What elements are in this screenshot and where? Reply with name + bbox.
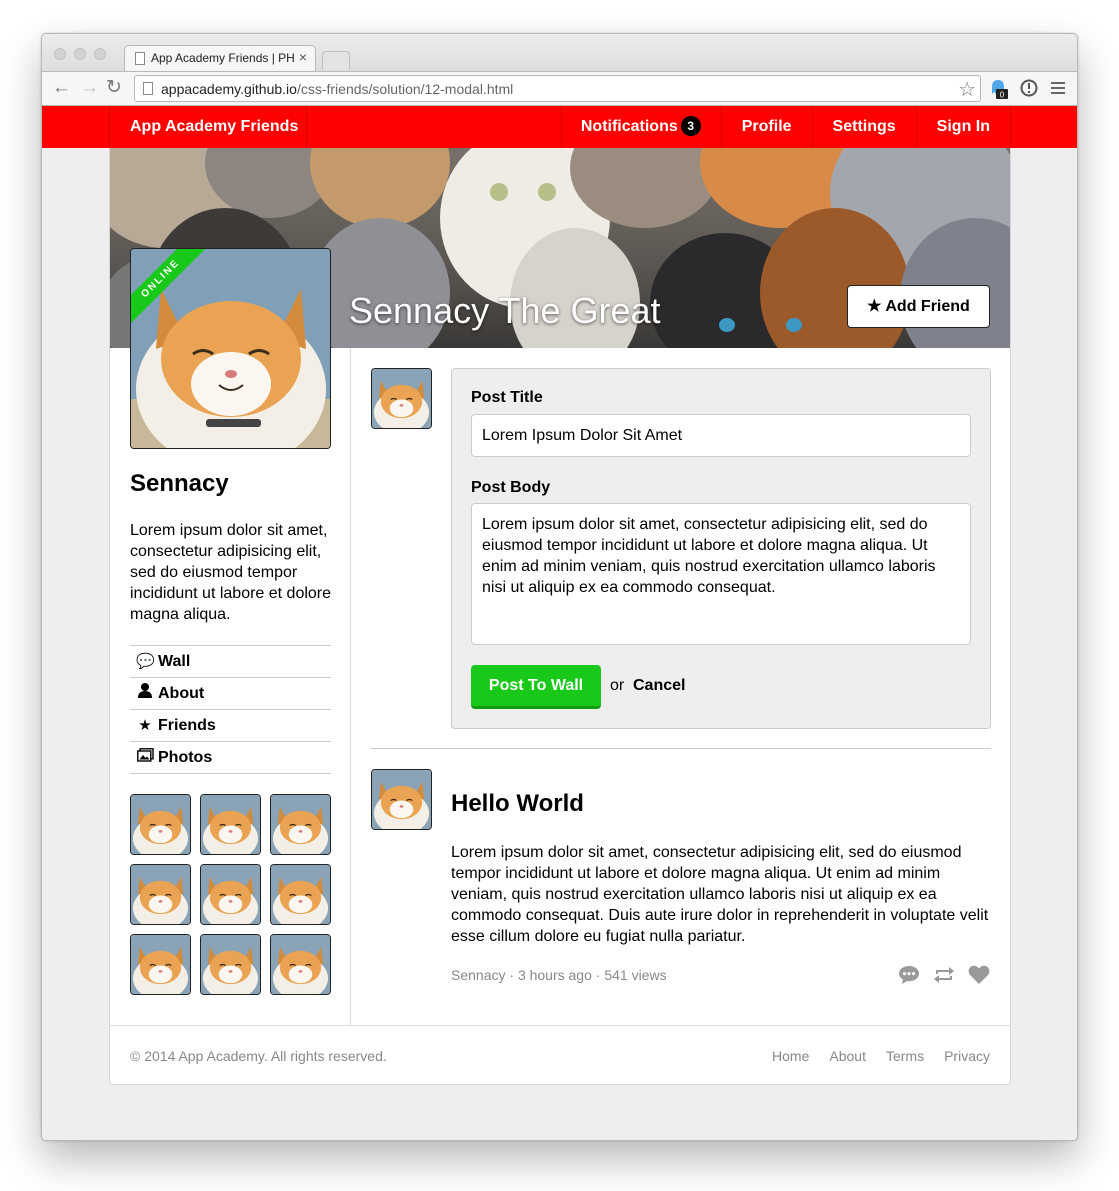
photo-thumbnail[interactable] [200,934,261,995]
profile-bio: Lorem ipsum dolor sit amet, consectetur … [130,522,332,623]
footer-link-home[interactable]: Home [772,1048,809,1064]
meta-separator: · [509,967,515,983]
photo-thumbnail[interactable] [130,934,191,995]
photo-thumbnail[interactable] [130,794,191,855]
page-icon [143,82,153,95]
browser-tab[interactable]: App Academy Friends | PH × [124,45,316,71]
address-bar[interactable]: appacademy.github.io/css-friends/solutio… [134,75,981,102]
post-to-wall-button[interactable]: Post To Wall [471,665,601,709]
page-icon [135,52,145,65]
post-body: Lorem ipsum dolor sit amet, consectetur … [451,844,989,945]
post-actions [896,965,991,991]
repost-icon[interactable] [931,965,956,991]
photo-thumbnail[interactable] [200,864,261,925]
footer-links: Home About Terms Privacy [772,1048,990,1064]
comment-icon[interactable] [896,965,921,991]
star-icon: ★ [867,298,882,315]
star-icon: ★ [138,717,152,734]
sidebar-item-label: Wall [158,653,191,670]
sidebar-item-wall[interactable]: 💬 Wall [130,646,331,678]
window-zoom-dot[interactable] [94,48,106,60]
post-title-label: Post Title [471,389,543,406]
new-tab-button[interactable] [322,51,350,69]
url-host: appacademy.github.io [161,81,297,97]
reload-icon[interactable]: ↻ [106,78,122,98]
photo-thumbnail[interactable] [270,864,331,925]
ghost-extension-icon[interactable]: 0 [988,77,1008,104]
nav-profile[interactable]: Profile [720,106,812,148]
cover-title: Sennacy The Great [349,290,661,331]
or-text: or [610,677,625,694]
bookmark-star-icon[interactable]: ☆ [958,77,976,102]
page-footer: © 2014 App Academy. All rights reserved.… [110,1025,1010,1083]
post-time: 3 hours ago [517,967,592,983]
top-nav: App Academy Friends Notifications 3 Profi… [42,106,1077,148]
footer-link-privacy[interactable]: Privacy [944,1048,990,1064]
add-friend-label: Add Friend [885,298,970,315]
user-icon [136,678,154,709]
photos-icon [136,742,154,773]
sidebar-item-about[interactable]: About [130,678,331,710]
url-text[interactable]: appacademy.github.io/css-friends/solutio… [161,81,513,97]
photo-thumbnail[interactable] [270,794,331,855]
divider [371,748,991,749]
browser-window: App Academy Friends | PH × ← → ↻ appacad… [41,33,1078,1141]
window-minimize-dot[interactable] [74,48,86,60]
menu-icon[interactable] [1051,81,1065,100]
brand-link[interactable]: App Academy Friends [110,106,307,148]
page-main: Sennacy The Great ★ Add Friend ONLINE Se… [109,148,1011,1085]
post-views: 541 views [604,967,667,983]
extension-badge: 0 [1000,91,1005,100]
info-extension-icon[interactable] [1020,79,1038,102]
add-friend-button[interactable]: ★ Add Friend [847,285,990,328]
nav-notifications[interactable]: Notifications 3 [560,106,721,148]
sidebar-nav: 💬 Wall About ★ Friends Photos [130,645,331,774]
profile-name: Sennacy [130,470,229,497]
sidebar: Sennacy Lorem ipsum dolor sit amet, cons… [110,348,351,1025]
browser-toolbar: ← → ↻ appacademy.github.io/css-friends/s… [42,71,1077,106]
footer-link-about[interactable]: About [829,1048,866,1064]
post-body-textarea[interactable]: Lorem ipsum dolor sit amet, consectetur … [471,503,971,645]
post-author-link[interactable]: Sennacy [451,967,505,983]
page-viewport: App Academy Friends Notifications 3 Profi… [42,106,1077,1140]
avatar [371,769,432,830]
copyright-text: © 2014 App Academy. All rights reserved. [130,1048,387,1064]
footer-link-terms[interactable]: Terms [886,1048,924,1064]
sidebar-item-label: Photos [158,749,213,766]
heart-icon[interactable] [966,965,991,991]
tab-close-icon[interactable]: × [299,49,307,65]
nav-settings[interactable]: Settings [811,106,916,148]
avatar [371,368,432,429]
window-close-dot[interactable] [54,48,66,60]
post-body-label: Post Body [471,479,551,496]
sidebar-item-label: About [158,685,205,702]
photo-thumbnail[interactable] [130,864,191,925]
cancel-link[interactable]: Cancel [633,677,685,695]
sidebar-item-label: Friends [158,717,216,734]
photo-thumbnail[interactable] [200,794,261,855]
photo-thumbnail[interactable] [270,934,331,995]
sidebar-item-photos[interactable]: Photos [130,742,331,774]
sidebar-item-friends[interactable]: ★ Friends [130,710,331,742]
back-arrow-icon[interactable]: ← [52,78,71,98]
notifications-badge: 3 [680,116,701,136]
new-post-form: Post Title Post Body Lorem ipsum dolor s… [451,368,991,729]
nav-notifications-label: Notifications [580,118,678,135]
nav-sign-in[interactable]: Sign In [915,106,1010,148]
post-title-input[interactable] [471,414,971,457]
comment-icon: 💬 [136,653,155,670]
post-title: Hello World [451,790,584,817]
tab-title: App Academy Friends | PH [151,51,295,65]
post-meta: Sennacy · 3 hours ago · 541 views [451,967,667,983]
meta-separator: · [595,967,601,983]
forward-arrow-icon[interactable]: → [80,78,99,98]
tab-strip: App Academy Friends | PH × [42,34,1077,71]
url-path: /css-friends/solution/12-modal.html [296,81,514,97]
